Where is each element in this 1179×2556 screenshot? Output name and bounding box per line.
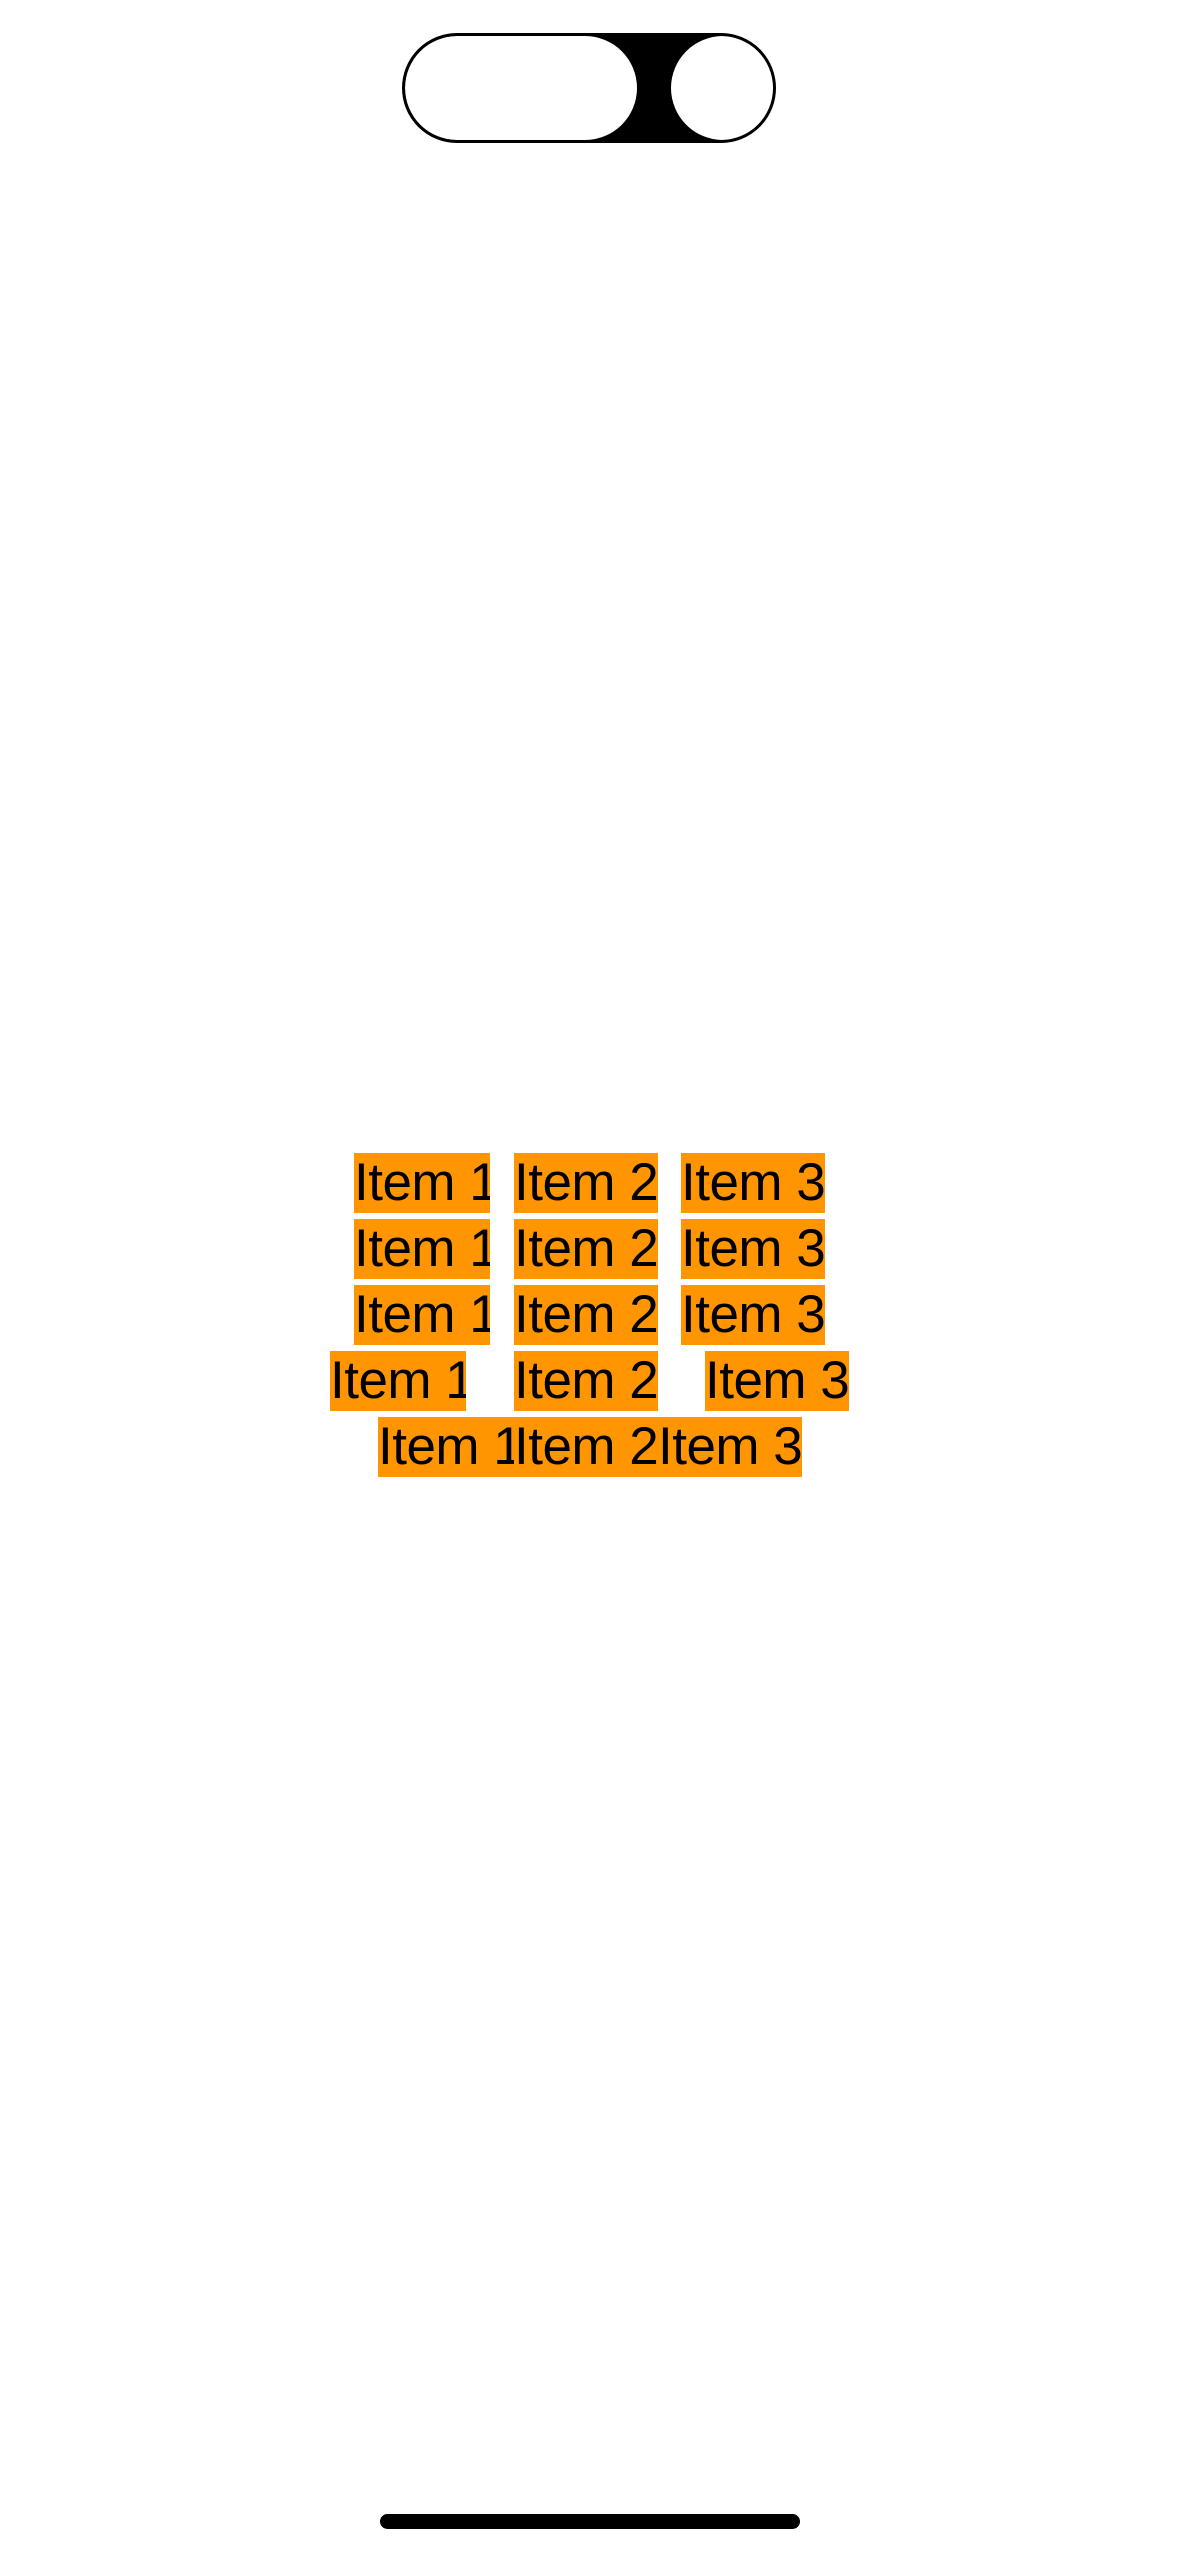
home-indicator[interactable] bbox=[380, 2514, 800, 2529]
row-5-item-2: Item 2 bbox=[514, 1417, 658, 1477]
items-stack: Item 1 Item 2 Item 3 Item 1 Item 2 Item … bbox=[0, 0, 1179, 2556]
row-2-item-2: Item 2 bbox=[514, 1219, 658, 1279]
row-5-item-3: Item 3 bbox=[658, 1417, 802, 1477]
row-4-item-3: Item 3 bbox=[705, 1351, 849, 1411]
row-3-item-2: Item 2 bbox=[514, 1285, 658, 1345]
row-1-item-2: Item 2 bbox=[514, 1153, 658, 1213]
row-1-item-1: Item 1 bbox=[354, 1153, 490, 1213]
row-4-item-2: Item 2 bbox=[514, 1351, 658, 1411]
row-5-item-1: Item 1 bbox=[378, 1417, 514, 1477]
row-3-item-1: Item 1 bbox=[354, 1285, 490, 1345]
row-2-item-1: Item 1 bbox=[354, 1219, 490, 1279]
row-4-item-1: Item 1 bbox=[330, 1351, 466, 1411]
row-2-item-3: Item 3 bbox=[681, 1219, 825, 1279]
row-3-item-3: Item 3 bbox=[681, 1285, 825, 1345]
row-1-item-3: Item 3 bbox=[681, 1153, 825, 1213]
